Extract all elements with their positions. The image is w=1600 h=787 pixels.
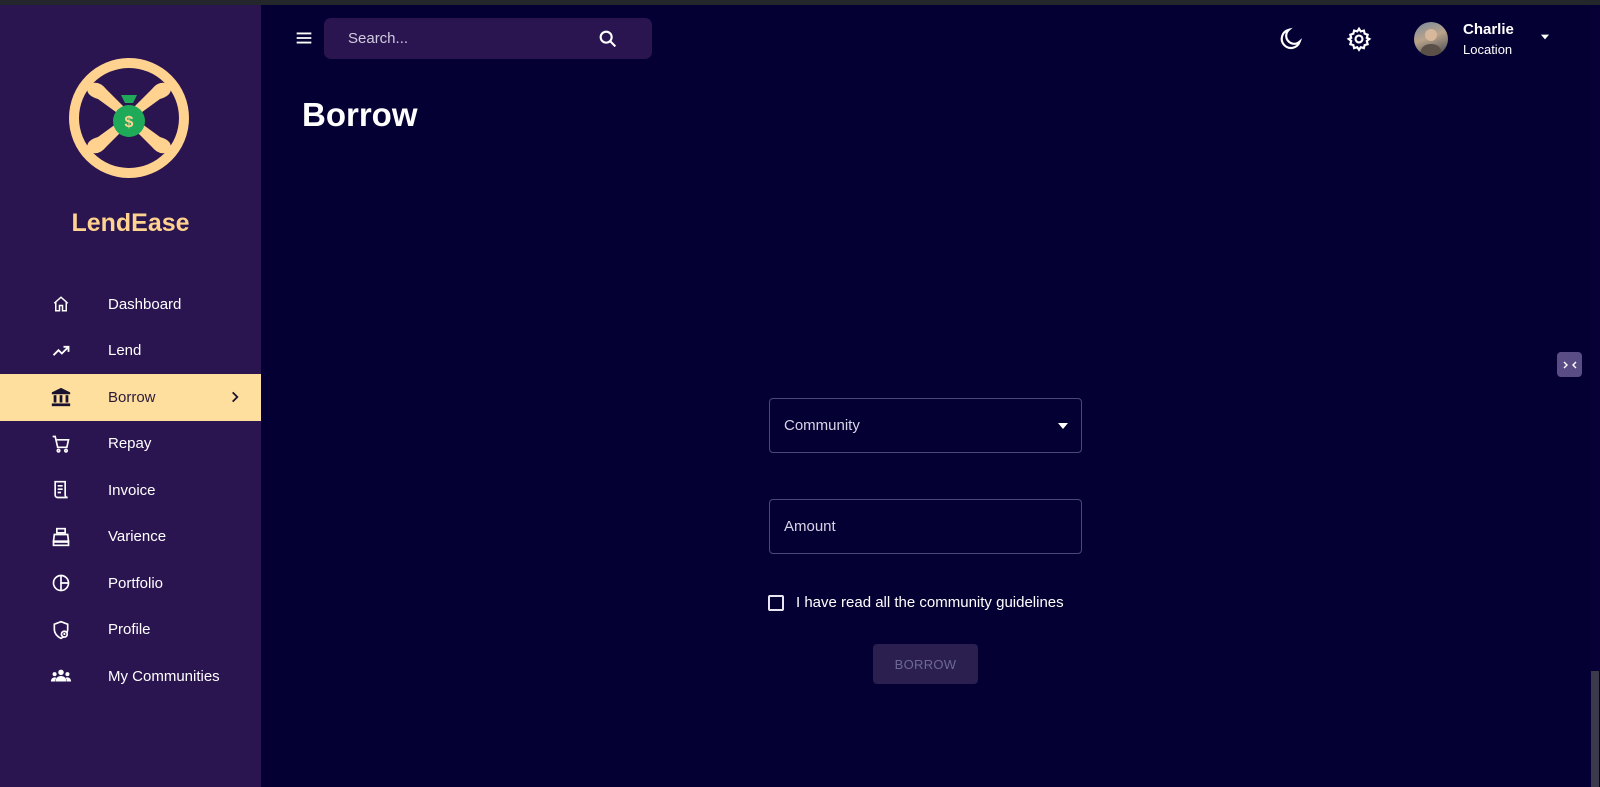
search-icon[interactable] xyxy=(597,28,619,50)
sidebar-item-label: Varience xyxy=(108,528,167,546)
side-panel-toggle[interactable] xyxy=(1557,352,1582,377)
guidelines-checkbox-label[interactable]: I have read all the community guidelines xyxy=(796,594,1064,611)
amount-field[interactable] xyxy=(784,500,1069,553)
sidebar-item-label: Lend xyxy=(108,342,142,360)
sidebar-item-label: Dashboard xyxy=(108,295,182,313)
amount-field-container xyxy=(769,499,1082,554)
sidebar-item-repay[interactable]: Repay xyxy=(0,421,261,468)
scrollbar-track[interactable] xyxy=(1590,5,1600,787)
sidebar-item-portfolio[interactable]: Portfolio xyxy=(0,560,261,607)
sidebar-item-label: My Communities xyxy=(108,667,220,685)
sidebar-item-borrow[interactable]: Borrow xyxy=(0,374,261,421)
community-select-label: Community xyxy=(784,417,860,434)
bank-icon xyxy=(50,386,72,408)
user-location: Location xyxy=(1463,42,1513,57)
sidebar-item-lend[interactable]: Lend xyxy=(0,328,261,375)
sidebar-item-dashboard[interactable]: Dashboard xyxy=(0,281,261,328)
search-input[interactable] xyxy=(348,18,598,59)
search-bar xyxy=(324,18,652,59)
pie-chart-icon xyxy=(50,572,72,594)
sidebar-nav: Dashboard Lend Borrow Repay Invoice Vari… xyxy=(0,281,261,700)
user-name: Charlie xyxy=(1463,21,1514,38)
sidebar-item-my-communities[interactable]: My Communities xyxy=(0,653,261,700)
sidebar-item-label: Profile xyxy=(108,621,151,639)
dark-mode-toggle-moon-icon[interactable] xyxy=(1278,26,1304,52)
sidebar: $ LendEase Dashboard Lend Borrow Repay I… xyxy=(0,5,261,787)
sidebar-item-label: Invoice xyxy=(108,481,156,499)
trending-up-icon xyxy=(50,340,72,362)
community-select[interactable]: Community xyxy=(769,398,1082,453)
caret-down-icon[interactable] xyxy=(1538,30,1552,44)
page-title: Borrow xyxy=(302,96,418,133)
sidebar-item-invoice[interactable]: Invoice xyxy=(0,467,261,514)
home-icon xyxy=(50,293,72,315)
shield-user-icon xyxy=(50,619,72,641)
menu-icon[interactable] xyxy=(293,27,315,49)
sidebar-item-label: Portfolio xyxy=(108,574,164,592)
brand-name: LendEase xyxy=(71,209,190,237)
receipt-icon xyxy=(50,479,72,501)
scrollbar-thumb[interactable] xyxy=(1591,671,1599,787)
borrow-button[interactable]: BORROW xyxy=(873,644,978,684)
svg-text:$: $ xyxy=(125,114,134,131)
sidebar-item-label: Borrow xyxy=(108,388,156,406)
sidebar-item-varience[interactable]: Varience xyxy=(0,514,261,561)
sidebar-item-label: Repay xyxy=(108,435,152,453)
groups-icon xyxy=(50,665,72,687)
avatar[interactable] xyxy=(1414,22,1448,56)
cart-icon xyxy=(50,433,72,455)
lendease-logo-icon: $ xyxy=(69,58,189,178)
sidebar-item-profile[interactable]: Profile xyxy=(0,607,261,654)
collapse-arrows-icon xyxy=(1563,361,1576,368)
caret-down-icon xyxy=(1058,423,1068,429)
guidelines-checkbox[interactable] xyxy=(768,595,784,611)
gear-icon[interactable] xyxy=(1346,26,1372,52)
cash-register-icon xyxy=(50,526,72,548)
chevron-right-icon xyxy=(232,391,239,403)
